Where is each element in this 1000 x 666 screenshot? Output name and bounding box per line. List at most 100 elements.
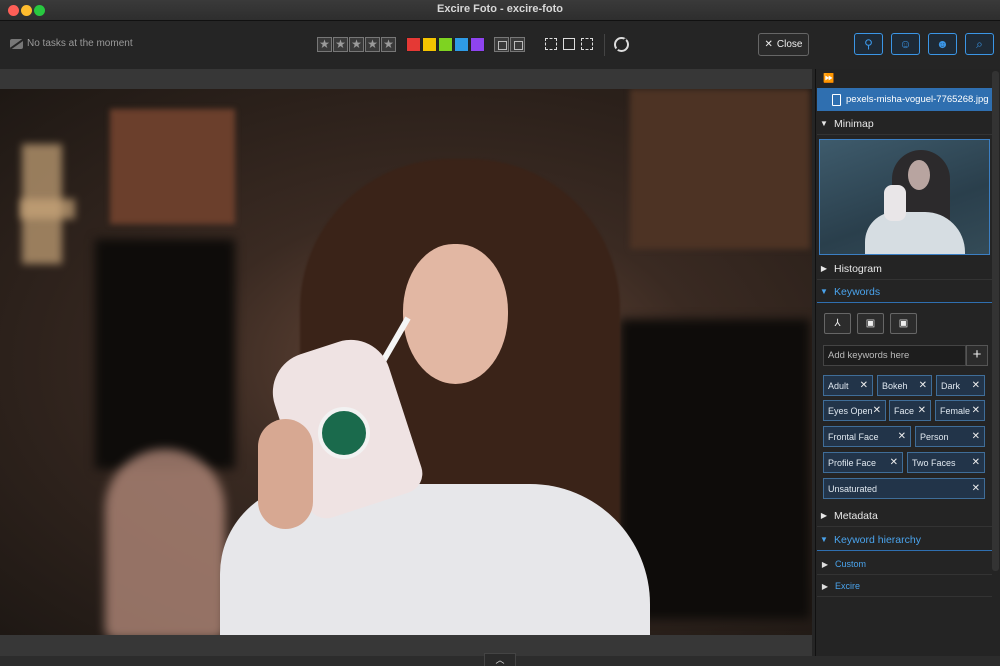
person-face-shape	[403, 244, 508, 384]
keyword-label: Frontal Face	[828, 431, 879, 442]
hierarchy-item-label: Custom	[835, 559, 867, 569]
color-label-purple[interactable]	[470, 37, 485, 52]
section-histogram-label: Histogram	[834, 262, 882, 275]
collapsed-triangle-icon: ▶	[820, 264, 828, 273]
close-button-label: Close	[776, 39, 803, 50]
hierarchy-item-custom[interactable]: ▶ Custom	[817, 554, 992, 575]
toolbar: No tasks at the moment ★ ★ ★ ★ ★ ✕ Close	[0, 21, 815, 69]
fullscreen-icon[interactable]	[581, 38, 593, 50]
remove-keyword-icon[interactable]: ✕	[898, 431, 906, 442]
keyword-chip[interactable]: Profile Face ✕	[823, 452, 903, 473]
keyword-tree-icon[interactable]: ⅄	[824, 313, 851, 334]
expand-filmstrip-icon[interactable]: ︿	[484, 653, 516, 666]
add-keyword-button[interactable]: +	[966, 345, 988, 366]
minimap-face-shape	[908, 160, 930, 190]
pick-flag-icon[interactable]	[510, 37, 525, 52]
app-window: Excire Foto - excire-foto No tasks at th…	[0, 0, 1000, 666]
info-overlay-icon[interactable]	[563, 38, 575, 50]
collapsed-triangle-icon: ▶	[820, 511, 828, 520]
keyword-label: Two Faces	[912, 457, 956, 468]
remove-keyword-icon[interactable]: ✕	[972, 405, 980, 416]
expanded-triangle-icon: ▼	[820, 119, 828, 128]
star-3-button[interactable]: ★	[349, 37, 364, 52]
section-keywords-label: Keywords	[834, 285, 881, 298]
keyword-chip[interactable]: Face ✕	[889, 400, 931, 421]
file-row[interactable]: pexels-misha-voguel-7765268.jpg	[817, 88, 992, 111]
section-minimap[interactable]: ▼ Minimap	[817, 113, 992, 135]
keyword-label: Unsaturated	[828, 483, 878, 494]
right-panel: ⏩ pexels-misha-voguel-7765268.jpg ▼ Mini…	[815, 69, 1000, 656]
keyword-tools: ⅄ ▣ ▣	[824, 313, 917, 334]
keyword-label: Profile Face	[828, 457, 877, 468]
star-4-button[interactable]: ★	[365, 37, 380, 52]
remove-keyword-icon[interactable]: ✕	[972, 431, 980, 442]
color-label-red[interactable]	[406, 37, 421, 52]
zoom-icon[interactable]: ⌕	[965, 33, 994, 55]
collapsed-triangle-icon: ▶	[821, 581, 829, 591]
minimap-cup-shape	[884, 185, 906, 221]
reject-flag-icon[interactable]	[494, 37, 509, 52]
star-rating: ★ ★ ★ ★ ★	[317, 37, 396, 52]
section-histogram[interactable]: ▶ Histogram	[817, 258, 992, 280]
keyword-chip[interactable]: Unsaturated ✕	[823, 478, 985, 499]
view-buttons	[545, 38, 593, 50]
fit-view-icon[interactable]	[545, 38, 557, 50]
export-keywords-icon[interactable]: ▣	[890, 313, 917, 334]
keyword-chip[interactable]: Bokeh ✕	[877, 375, 932, 396]
compare-icon[interactable]	[614, 37, 629, 52]
remove-keyword-icon[interactable]: ✕	[918, 405, 926, 416]
keyword-chip[interactable]: Two Faces ✕	[907, 452, 985, 473]
keyword-search-icon[interactable]: ⚲	[854, 33, 883, 55]
minimap[interactable]	[819, 139, 990, 255]
bg-light-shape	[20, 199, 75, 219]
keyword-label: Adult	[828, 380, 849, 391]
section-keyword-hierarchy[interactable]: ▼ Keyword hierarchy	[817, 529, 992, 551]
flag-buttons	[494, 37, 525, 52]
remove-keyword-icon[interactable]: ✕	[972, 483, 980, 494]
bg-person-shape	[105, 449, 225, 635]
main-photo	[0, 89, 812, 635]
keyword-label: Face	[894, 405, 915, 416]
collapse-panel-icon[interactable]: ⏩	[823, 73, 834, 84]
remove-keyword-icon[interactable]: ✕	[873, 405, 881, 416]
hierarchy-item-excire[interactable]: ▶ Excire	[817, 576, 992, 597]
expanded-triangle-icon: ▼	[820, 535, 828, 544]
section-metadata[interactable]: ▶ Metadata	[817, 505, 992, 527]
remove-keyword-icon[interactable]: ✕	[860, 380, 868, 391]
bg-shape	[110, 109, 235, 224]
keyword-input[interactable]: Add keywords here	[823, 345, 966, 366]
remove-keyword-icon[interactable]: ✕	[972, 457, 980, 468]
color-label-blue[interactable]	[454, 37, 469, 52]
close-button[interactable]: ✕ Close	[758, 33, 809, 56]
face-search-icon[interactable]: ☺	[891, 33, 920, 55]
close-icon: ✕	[764, 39, 773, 50]
collapsed-triangle-icon: ▶	[821, 559, 829, 569]
remove-keyword-icon[interactable]: ✕	[919, 380, 927, 391]
file-name: pexels-misha-voguel-7765268.jpg	[846, 94, 989, 105]
keyword-chip[interactable]: Dark ✕	[936, 375, 985, 396]
cup-logo-shape	[318, 407, 370, 459]
keyword-chip[interactable]: Adult ✕	[823, 375, 873, 396]
task-status-text: No tasks at the moment	[27, 38, 133, 49]
remove-keyword-icon[interactable]: ✕	[890, 457, 898, 468]
panel-scrollbar[interactable]	[992, 71, 999, 571]
hierarchy-item-label: Excire	[835, 581, 861, 591]
bg-shape	[630, 89, 810, 249]
keyword-chip[interactable]: Frontal Face ✕	[823, 426, 911, 447]
star-2-button[interactable]: ★	[333, 37, 348, 52]
color-label-yellow[interactable]	[422, 37, 437, 52]
keyword-chip[interactable]: Person ✕	[915, 426, 985, 447]
import-keywords-icon[interactable]: ▣	[857, 313, 884, 334]
keyword-chip[interactable]: Eyes Open ✕	[823, 400, 886, 421]
people-icon[interactable]: ☻	[928, 33, 957, 55]
keyword-chip[interactable]: Female ✕	[935, 400, 985, 421]
file-icon	[832, 93, 841, 106]
remove-keyword-icon[interactable]: ✕	[972, 380, 980, 391]
star-5-button[interactable]: ★	[381, 37, 396, 52]
title-bar: Excire Foto - excire-foto	[0, 0, 1000, 21]
image-viewer	[0, 69, 812, 656]
star-1-button[interactable]: ★	[317, 37, 332, 52]
window-title: Excire Foto - excire-foto	[437, 3, 563, 15]
section-keywords[interactable]: ▼ Keywords	[817, 281, 992, 303]
color-label-green[interactable]	[438, 37, 453, 52]
